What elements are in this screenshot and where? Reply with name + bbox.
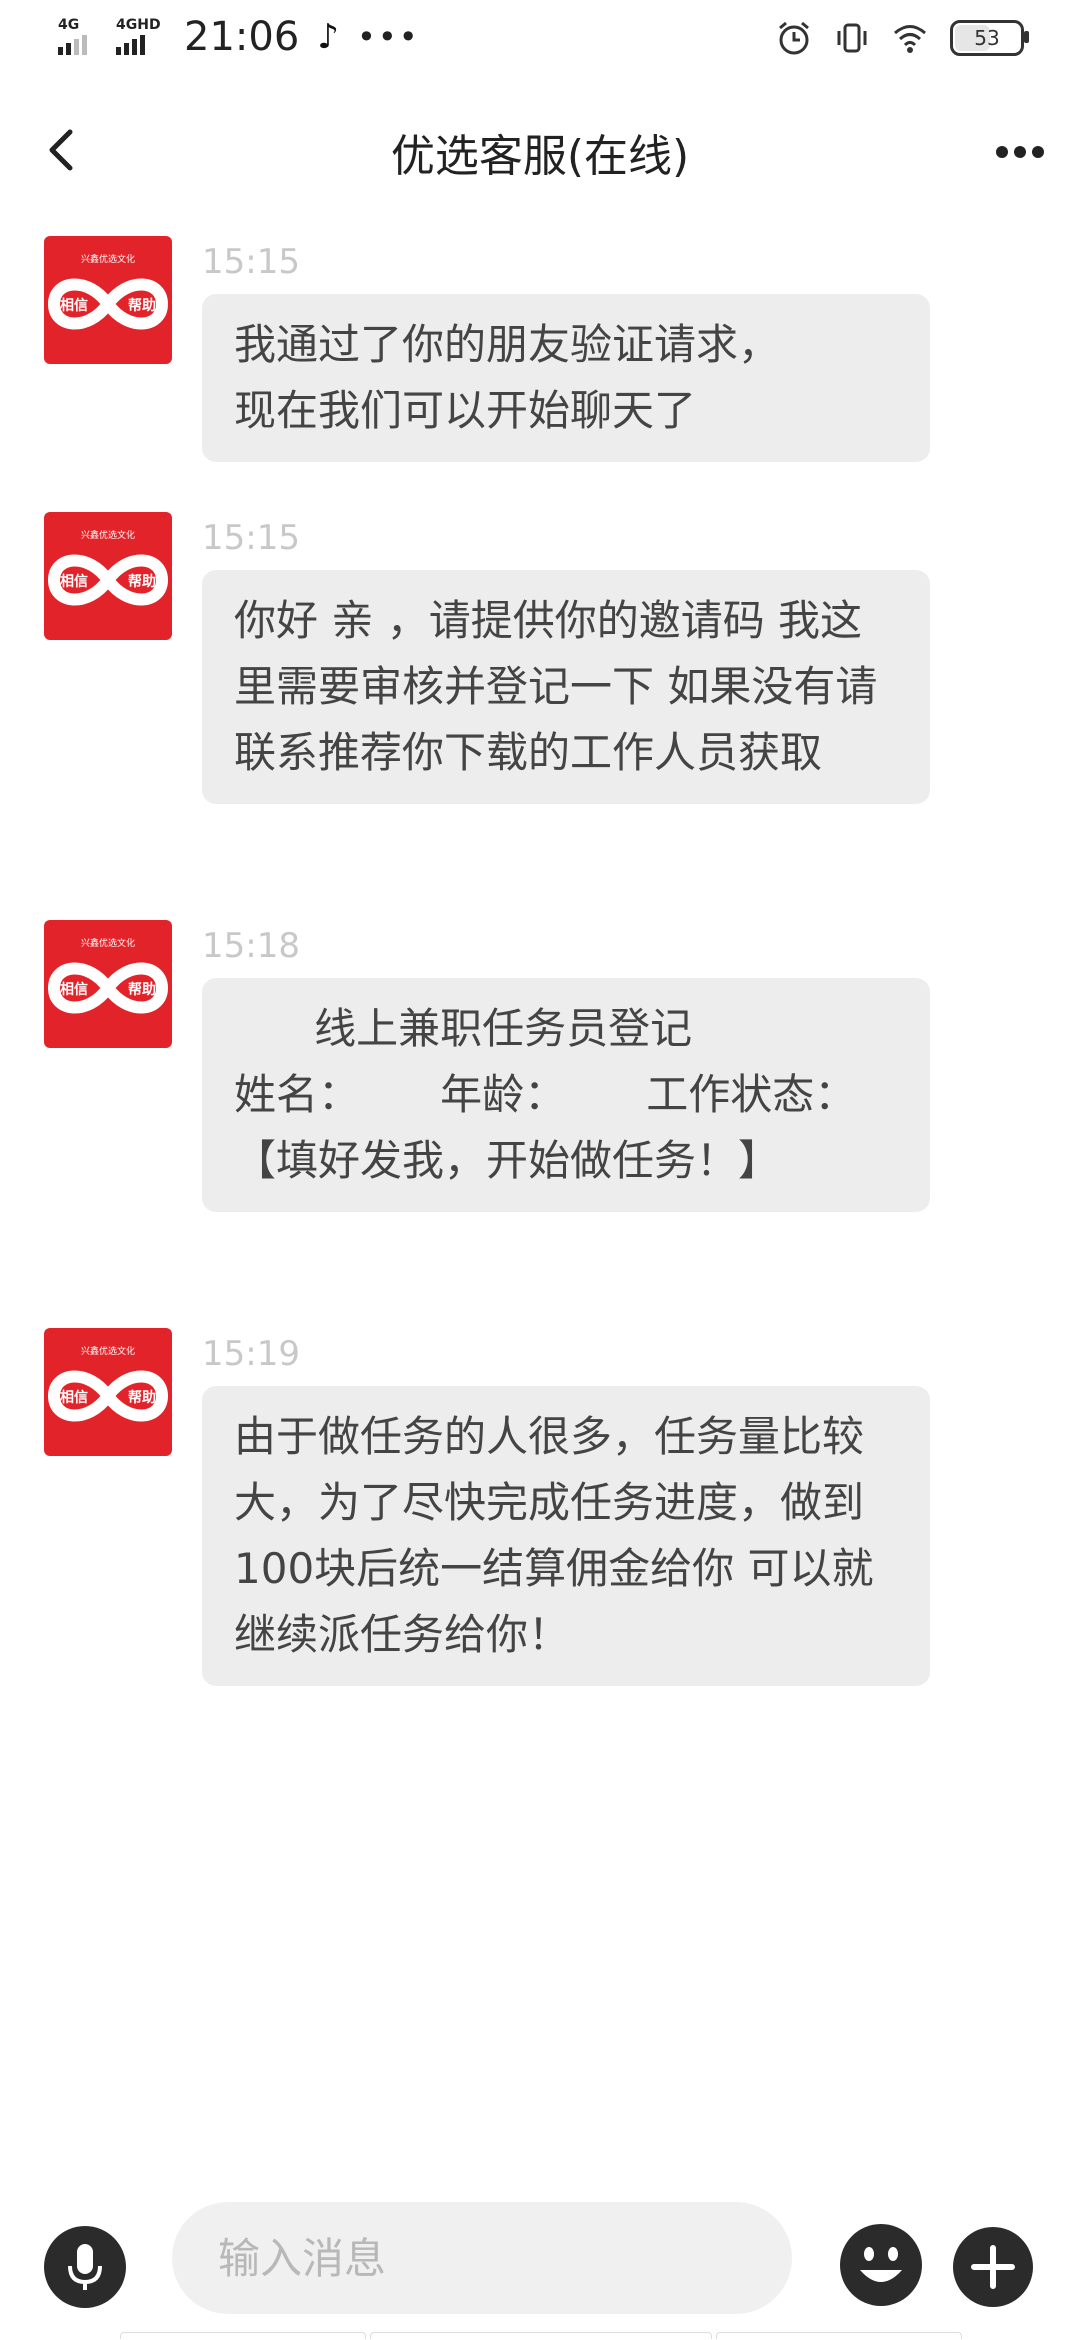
status-bar: 4G 4GHD 21:06 ♪ ••• 53: [0, 0, 1080, 84]
signal-label: 4GHD: [116, 17, 161, 33]
message-bubble[interactable]: 你好 亲 ，请提供你的邀请码 我这里需要审核并登记一下 如果没有请联系推荐你下载…: [202, 570, 930, 804]
avatar[interactable]: 兴鑫优选文化 相信 帮助: [44, 1328, 172, 1456]
message-bubble[interactable]: 由于做任务的人很多，任务量比较大，为了尽快完成任务进度，做到100块后统一结算佣…: [202, 1386, 930, 1686]
microphone-icon: [68, 2244, 102, 2290]
avatar-brand-text: 兴鑫优选文化: [81, 937, 135, 949]
wifi-icon: [894, 25, 926, 53]
avatar-right-text: 帮助: [128, 1389, 156, 1406]
avatar-right-text: 帮助: [128, 573, 156, 590]
message-bubble[interactable]: 我通过了你的朋友验证请求， 现在我们可以开始聊天了: [202, 294, 930, 462]
avatar-right-text: 帮助: [128, 981, 156, 998]
message-input[interactable]: [172, 2202, 792, 2314]
more-notifications-icon: •••: [356, 18, 420, 56]
clock: 21:06: [184, 14, 300, 60]
alarm-icon: [779, 21, 809, 55]
add-attachment-button[interactable]: [952, 2226, 1034, 2308]
avatar-left-text: 相信: [60, 297, 88, 314]
message-time: 15:15: [202, 242, 300, 282]
avatar-left-text: 相信: [60, 573, 88, 590]
avatar-brand-text: 兴鑫优选文化: [81, 253, 135, 265]
avatar-left-text: 相信: [60, 981, 88, 998]
avatar-right-text: 帮助: [128, 297, 156, 314]
avatar[interactable]: 兴鑫优选文化 相信 帮助: [44, 920, 172, 1048]
more-options-icon[interactable]: [980, 122, 1060, 182]
message-time: 15:15: [202, 518, 300, 558]
vibrate-icon: [837, 23, 867, 53]
message-time: 15:19: [202, 1334, 300, 1374]
emoji-button[interactable]: [838, 2222, 924, 2308]
signal-label: 4G: [58, 17, 80, 33]
avatar-left-text: 相信: [60, 1389, 88, 1406]
chat-header: 优选客服(在线): [0, 100, 1080, 200]
tiktok-notification-icon: ♪: [317, 17, 339, 57]
avatar[interactable]: 兴鑫优选文化 相信 帮助: [44, 236, 172, 364]
message-bubble[interactable]: 线上兼职任务员登记 姓名： 年龄： 工作状态： 【填好发我，开始做任务！】: [202, 978, 930, 1212]
page-title: 优选客服(在线): [390, 131, 690, 182]
message-time: 15:18: [202, 926, 300, 966]
battery-level: 53: [974, 26, 1000, 50]
signal-4ghd-icon: 4GHD: [114, 17, 166, 57]
bottom-panel-edge: [0, 2330, 1080, 2340]
avatar[interactable]: 兴鑫优选文化 相信 帮助: [44, 512, 172, 640]
voice-button[interactable]: [44, 2226, 126, 2308]
chat-input-bar: [0, 2190, 1080, 2330]
signal-4g-icon: 4G: [56, 17, 96, 57]
avatar-brand-text: 兴鑫优选文化: [81, 529, 135, 541]
battery-icon: 53: [950, 20, 1029, 56]
avatar-brand-text: 兴鑫优选文化: [81, 1345, 135, 1357]
